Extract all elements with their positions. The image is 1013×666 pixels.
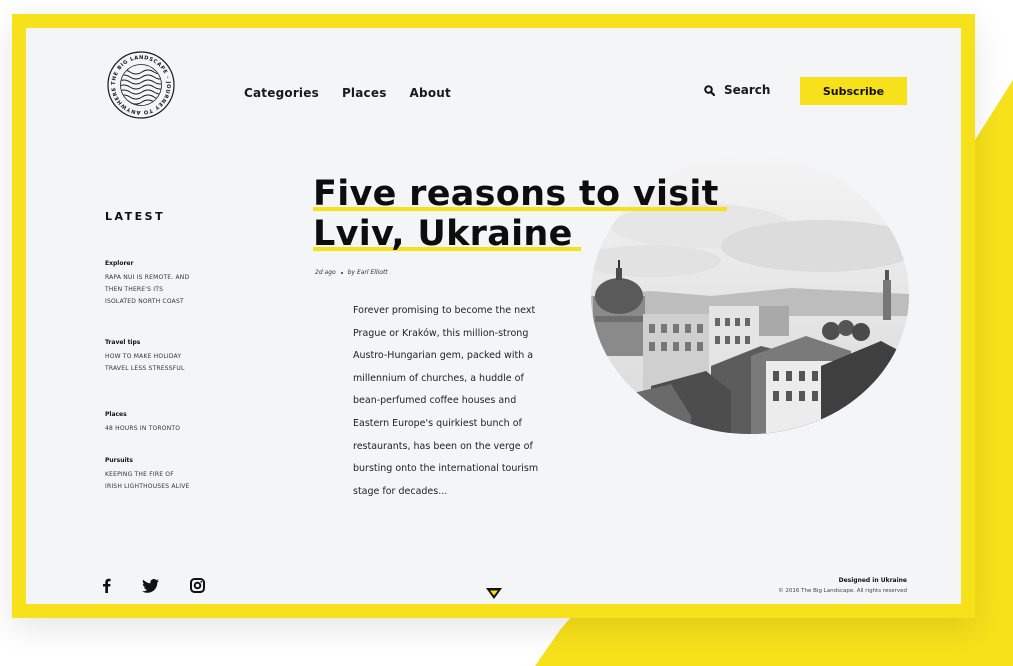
- article-author[interactable]: by Earl Elliott: [348, 269, 388, 276]
- latest-heading: LATEST: [105, 210, 166, 223]
- list-item[interactable]: Places 48 HOURS IN TORONTO: [105, 411, 235, 457]
- social-links: [102, 578, 205, 593]
- page-card: THE BIG LANDSCAPE · JOURNEY TO ANYWHERE …: [26, 28, 961, 604]
- subscribe-button[interactable]: Subscribe: [800, 77, 907, 105]
- nav-places[interactable]: Places: [342, 86, 387, 100]
- copyright: © 2016 The Big Landscape. All rights res…: [778, 588, 907, 594]
- article-title-line-2: Lviv, Ukraine: [313, 214, 581, 254]
- list-item-title[interactable]: 48 HOURS IN TORONTO: [105, 423, 235, 435]
- search-icon: [704, 84, 715, 96]
- chevron-down-icon: [486, 588, 502, 599]
- latest-list: Explorer RAPA NUI IS REMOTE. AND THEN TH…: [105, 260, 235, 493]
- article-meta: 2d ago by Earl Elliott: [315, 269, 388, 276]
- list-item[interactable]: Explorer RAPA NUI IS REMOTE. AND THEN TH…: [105, 260, 235, 339]
- article-time: 2d ago: [315, 269, 336, 276]
- list-item[interactable]: Pursuits KEEPING THE FIRE OF IRISH LIGHT…: [105, 457, 235, 493]
- site-logo[interactable]: THE BIG LANDSCAPE · JOURNEY TO ANYWHERE …: [106, 50, 176, 120]
- article-title-line-1: Five reasons to visit: [313, 174, 727, 214]
- scroll-down-button[interactable]: [485, 585, 503, 604]
- list-item-title[interactable]: RAPA NUI IS REMOTE. AND THEN THERE'S ITS…: [105, 272, 235, 308]
- list-item-category: Explorer: [105, 260, 134, 267]
- list-item-title[interactable]: HOW TO MAKE HOLIDAY TRAVEL LESS STRESSFU…: [105, 351, 235, 375]
- list-item-category: Places: [105, 411, 127, 418]
- footer-credits: Designed in Ukraine © 2016 The Big Lands…: [778, 577, 907, 594]
- facebook-icon[interactable]: [102, 578, 111, 593]
- main-nav: Categories Places About: [244, 86, 451, 100]
- meta-separator: [340, 271, 343, 274]
- list-item-category: Pursuits: [105, 457, 133, 464]
- list-item-title[interactable]: KEEPING THE FIRE OF IRISH LIGHTHOUSES AL…: [105, 469, 235, 493]
- article-title[interactable]: Five reasons to visit Lviv, Ukraine: [313, 174, 783, 254]
- article-excerpt: Forever promising to become the next Pra…: [353, 305, 539, 497]
- nav-about[interactable]: About: [410, 86, 451, 100]
- search-label: Search: [724, 83, 771, 97]
- page-frame: THE BIG LANDSCAPE · JOURNEY TO ANYWHERE …: [12, 14, 975, 618]
- search-button[interactable]: Search: [704, 83, 770, 97]
- instagram-icon[interactable]: [190, 578, 205, 593]
- list-item[interactable]: Travel tips HOW TO MAKE HOLIDAY TRAVEL L…: [105, 339, 235, 411]
- nav-categories[interactable]: Categories: [244, 86, 319, 100]
- twitter-icon[interactable]: [142, 578, 159, 593]
- list-item-category: Travel tips: [105, 339, 141, 346]
- designed-in: Designed in Ukraine: [838, 577, 907, 584]
